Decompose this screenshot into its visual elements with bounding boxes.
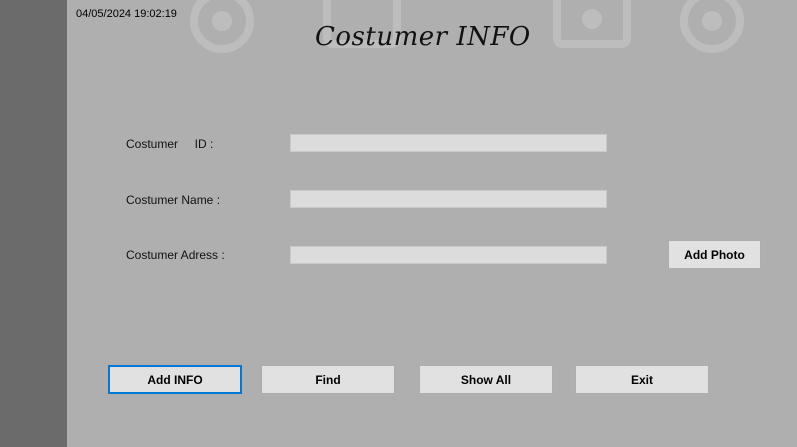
- add-info-button[interactable]: Add INFO: [108, 365, 242, 394]
- costumer-name-label: Costumer Name :: [126, 193, 221, 207]
- costumer-adress-input[interactable]: [290, 246, 607, 264]
- watermark-icon: [553, 0, 631, 48]
- watermark-icon: [680, 0, 744, 53]
- datetime-display: 04/05/2024 19:02:19: [76, 8, 177, 20]
- costumer-adress-label: Costumer Adress :: [126, 248, 225, 262]
- find-button[interactable]: Find: [261, 365, 395, 394]
- left-side-panel: [0, 0, 67, 447]
- show-all-button[interactable]: Show All: [419, 365, 553, 394]
- add-photo-button[interactable]: Add Photo: [668, 240, 761, 269]
- form-title: Costumer INFO: [315, 22, 531, 52]
- watermark-icon: [190, 0, 254, 53]
- costumer-id-label: Costumer ID :: [126, 137, 214, 151]
- costumer-name-input[interactable]: [290, 190, 607, 208]
- costumer-info-form: 04/05/2024 19:02:19 Costumer INFO Costum…: [67, 0, 797, 447]
- costumer-id-input[interactable]: [290, 134, 607, 152]
- exit-button[interactable]: Exit: [575, 365, 709, 394]
